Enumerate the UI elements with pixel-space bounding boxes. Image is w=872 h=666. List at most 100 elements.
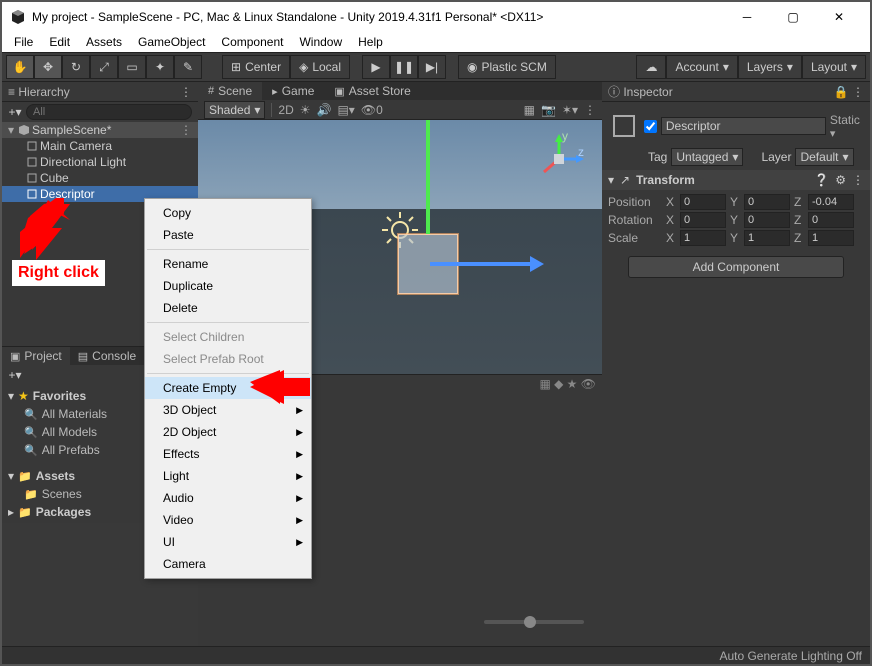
scene-menu-icon[interactable]: ⋮	[180, 123, 192, 137]
ctx-ui[interactable]: UI▶	[145, 531, 311, 553]
menu-help[interactable]: Help	[352, 33, 389, 51]
view-icons[interactable]: ▦ ◆ ★ 👁	[539, 377, 596, 391]
pivot-center[interactable]: ⊞ Center	[222, 55, 290, 79]
gameobject-name-field[interactable]	[661, 117, 826, 135]
pause-button[interactable]: ❚❚	[390, 55, 418, 79]
hierarchy-item-camera[interactable]: Main Camera	[2, 138, 198, 154]
help-icon[interactable]: ❔	[814, 173, 829, 187]
layout-dropdown[interactable]: Layout ▾	[802, 55, 866, 79]
audio-toggle[interactable]: 🔊	[317, 103, 332, 117]
maximize-button[interactable]: ▢	[770, 2, 816, 32]
component-menu-icon[interactable]: ⋮	[852, 173, 864, 187]
tab-project[interactable]: ▣ Project	[2, 347, 70, 365]
shading-mode[interactable]: Shaded ▾	[204, 101, 265, 119]
rect-tool[interactable]: ▭	[118, 55, 146, 79]
ctx-duplicate[interactable]: Duplicate	[145, 275, 311, 297]
ctx-select-prefab-root: Select Prefab Root	[145, 348, 311, 370]
transform-component-header[interactable]: ▾↗ Transform ❔ ⚙ ⋮	[602, 170, 870, 190]
orientation-gizmo[interactable]: y z	[532, 132, 586, 186]
add-component-button[interactable]: Add Component	[628, 256, 844, 278]
menu-edit[interactable]: Edit	[43, 33, 76, 51]
camera-button[interactable]: 📷	[541, 103, 556, 117]
move-gizmo-y[interactable]	[426, 120, 430, 234]
unity-scene-icon	[18, 124, 30, 136]
thumbnail-size-slider[interactable]	[484, 620, 584, 624]
rot-z[interactable]	[808, 212, 854, 228]
annotation-arrow-2	[250, 370, 310, 404]
close-button[interactable]: ✕	[816, 2, 862, 32]
ctx-audio[interactable]: Audio▶	[145, 487, 311, 509]
move-gizmo-x[interactable]	[430, 262, 540, 266]
layer-dropdown[interactable]: Default ▾	[795, 148, 853, 166]
hierarchy-header[interactable]: ≡ Hierarchy ⋮	[2, 82, 198, 102]
scl-x[interactable]	[680, 230, 726, 246]
panel-menu-icon[interactable]: ⋮	[584, 103, 596, 117]
menu-window[interactable]: Window	[293, 33, 348, 51]
scl-z[interactable]	[808, 230, 854, 246]
pivot-local[interactable]: ◈ Local	[290, 55, 350, 79]
layers-dropdown[interactable]: Layers ▾	[738, 55, 802, 79]
minimize-button[interactable]: ─	[724, 2, 770, 32]
tab-game[interactable]: ▸ Game	[262, 82, 324, 100]
pos-x[interactable]	[680, 194, 726, 210]
scale-tool[interactable]: ⤢	[90, 55, 118, 79]
annotation-label: Right click	[12, 260, 105, 286]
account-dropdown[interactable]: Account ▾	[666, 55, 737, 79]
tag-dropdown[interactable]: Untagged ▾	[671, 148, 743, 166]
transform-tool[interactable]: ✦	[146, 55, 174, 79]
play-button[interactable]: ▶	[362, 55, 390, 79]
scl-y[interactable]	[744, 230, 790, 246]
panel-menu-icon[interactable]: ⋮	[180, 85, 192, 99]
ctx-video[interactable]: Video▶	[145, 509, 311, 531]
menu-component[interactable]: Component	[215, 33, 289, 51]
pos-z[interactable]	[808, 194, 854, 210]
pos-y[interactable]	[744, 194, 790, 210]
rot-y[interactable]	[744, 212, 790, 228]
gizmo-grid-toggle[interactable]: ▦	[524, 103, 535, 117]
hand-tool[interactable]: ✋	[6, 55, 34, 79]
ctx-camera[interactable]: Camera	[145, 553, 311, 575]
gameobject-icon[interactable]	[608, 108, 640, 144]
scene-toolbar: Shaded ▾ 2D ☀ 🔊 ▤▾ 👁0 ▦ 📷 ✶▾ ⋮	[198, 100, 602, 120]
tab-asset-store[interactable]: ▣ Asset Store	[324, 82, 420, 100]
ctx-paste[interactable]: Paste	[145, 224, 311, 246]
ctx-light[interactable]: Light▶	[145, 465, 311, 487]
preset-icon[interactable]: ⚙	[835, 173, 846, 187]
fx-toggle[interactable]: ▤▾	[337, 103, 354, 117]
inspector-header[interactable]: ⓘ Inspector 🔒 ⋮	[602, 82, 870, 102]
hierarchy-item-light[interactable]: Directional Light	[2, 154, 198, 170]
menu-assets[interactable]: Assets	[80, 33, 128, 51]
gizmos-dropdown[interactable]: ✶▾	[562, 103, 578, 117]
cloud-button[interactable]: ☁	[636, 55, 666, 79]
project-create-dropdown[interactable]: +▾	[8, 368, 22, 382]
ctx-delete[interactable]: Delete	[145, 297, 311, 319]
ctx-copy[interactable]: Copy	[145, 202, 311, 224]
scene-row[interactable]: ▾ SampleScene* ⋮	[2, 122, 198, 138]
menu-file[interactable]: File	[8, 33, 39, 51]
gameobject-active-checkbox[interactable]	[644, 120, 657, 133]
ctx-rename[interactable]: Rename	[145, 253, 311, 275]
menu-gameobject[interactable]: GameObject	[132, 33, 211, 51]
rotate-tool[interactable]: ↻	[62, 55, 90, 79]
layer-label: Layer	[761, 150, 791, 164]
menu-bar: File Edit Assets GameObject Component Wi…	[2, 32, 870, 52]
custom-tool[interactable]: ✎	[174, 55, 202, 79]
hidden-toggle[interactable]: 👁0	[361, 103, 383, 117]
ctx-effects[interactable]: Effects▶	[145, 443, 311, 465]
tab-scene[interactable]: # Scene	[198, 82, 262, 100]
2d-toggle[interactable]: 2D	[278, 103, 293, 117]
lock-icon[interactable]: 🔒 ⋮	[834, 85, 864, 99]
plastic-scm[interactable]: ◉ Plastic SCM	[458, 55, 556, 79]
lighting-toggle[interactable]: ☀	[300, 103, 311, 117]
unity-icon	[10, 9, 26, 25]
status-bar: Auto Generate Lighting Off	[2, 646, 870, 664]
ctx-2d-object[interactable]: 2D Object▶	[145, 421, 311, 443]
tab-console[interactable]: ▤ Console	[70, 347, 144, 365]
hierarchy-item-cube[interactable]: Cube	[2, 170, 198, 186]
rot-x[interactable]	[680, 212, 726, 228]
move-tool[interactable]: ✥	[34, 55, 62, 79]
step-button[interactable]: ▶|	[418, 55, 446, 79]
hierarchy-search[interactable]	[26, 104, 192, 120]
hierarchy-create-dropdown[interactable]: +▾	[8, 105, 22, 119]
static-dropdown[interactable]: Static ▾	[830, 113, 864, 140]
